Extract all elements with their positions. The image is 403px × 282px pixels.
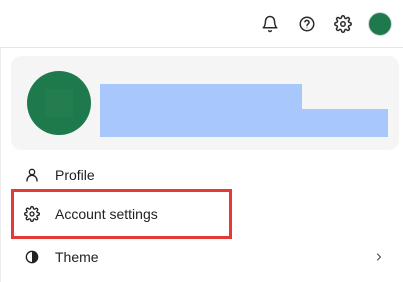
redacted-name xyxy=(100,84,302,109)
theme-icon xyxy=(23,248,41,266)
gear-icon[interactable] xyxy=(331,12,355,36)
user-card xyxy=(11,56,399,150)
avatar xyxy=(27,71,91,135)
account-menu: Profile Account settings Theme xyxy=(0,48,403,282)
help-icon[interactable] xyxy=(295,12,319,36)
avatar[interactable] xyxy=(368,12,392,36)
top-bar xyxy=(0,0,403,48)
person-icon xyxy=(23,166,41,184)
chevron-right-icon xyxy=(372,250,386,264)
theme-menu-item[interactable]: Theme xyxy=(11,237,399,277)
account-settings-label: Account settings xyxy=(55,206,158,222)
account-settings-menu-item[interactable]: Account settings xyxy=(11,189,232,239)
gear-icon xyxy=(23,205,41,223)
redacted-email xyxy=(100,109,388,137)
profile-label: Profile xyxy=(55,167,95,183)
theme-label: Theme xyxy=(55,249,99,265)
bell-icon[interactable] xyxy=(258,12,282,36)
